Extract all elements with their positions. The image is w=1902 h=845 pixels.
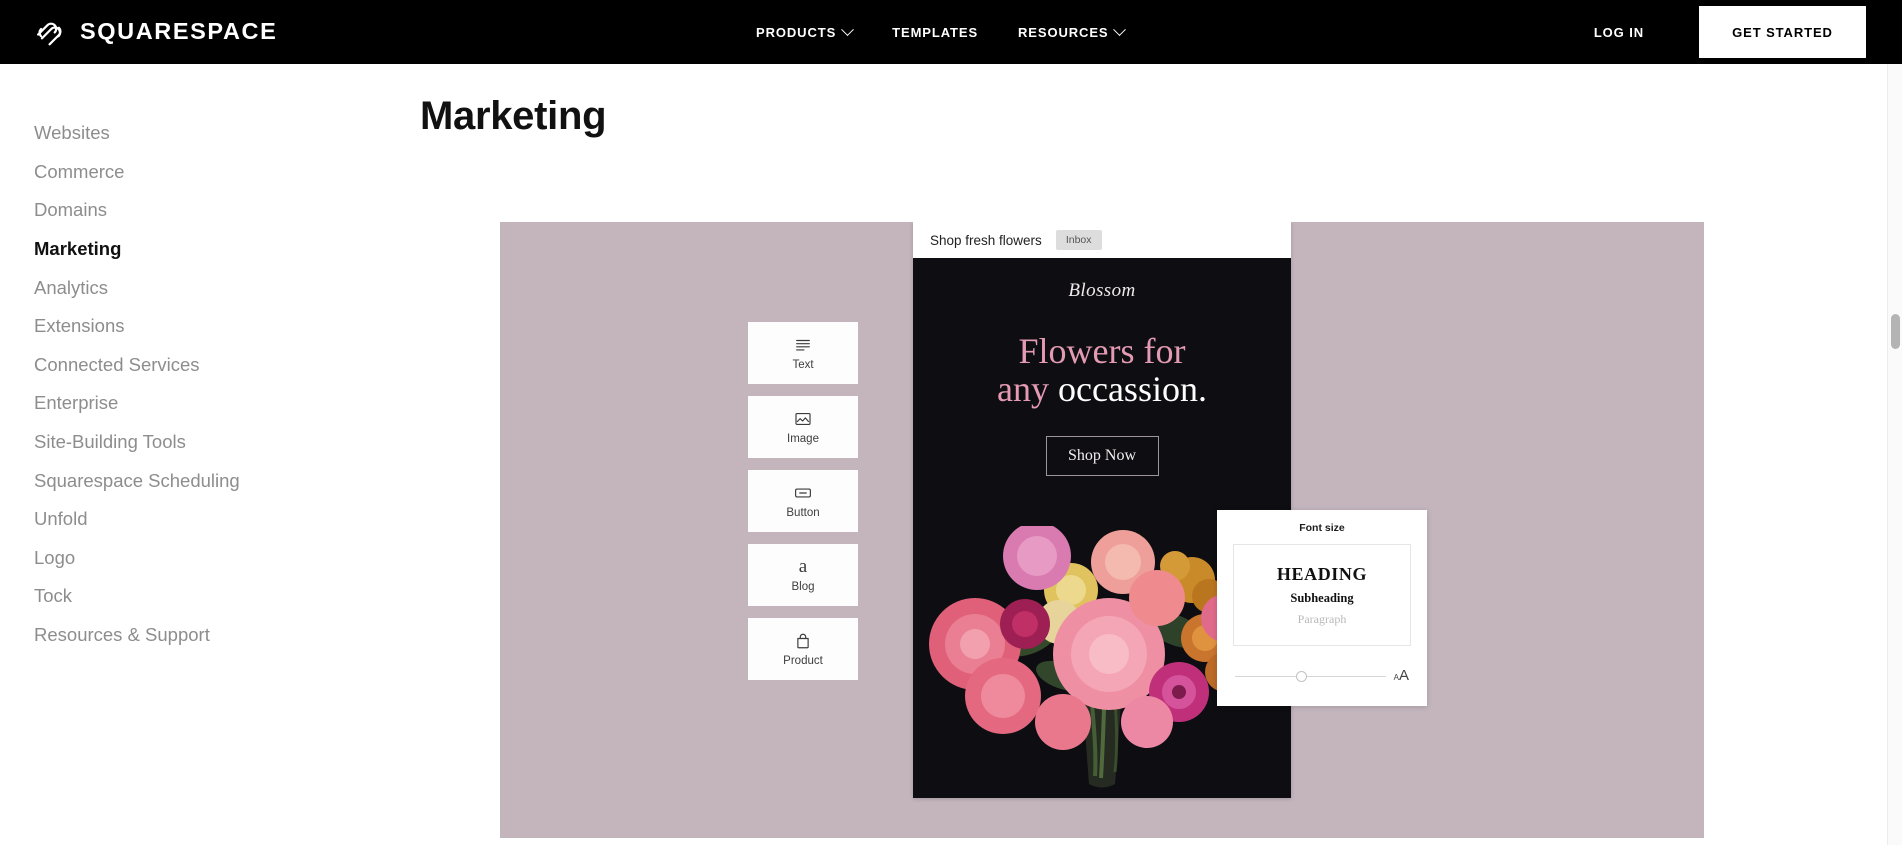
sidebar-item-logo[interactable]: Logo (0, 539, 412, 578)
block-palette: Text Image Button a Blog Product (748, 322, 858, 680)
font-size-slider[interactable]: AA (1233, 668, 1411, 684)
sidebar-item-resources-support[interactable]: Resources & Support (0, 616, 412, 655)
page-scrollbar[interactable] (1887, 64, 1902, 845)
primary-nav-links: PRODUCTS TEMPLATES RESOURCES (756, 0, 1127, 64)
nav-link-products-label: PRODUCTS (756, 24, 837, 40)
image-picture-icon (794, 410, 812, 428)
sidebar-item-extensions[interactable]: Extensions (0, 307, 412, 346)
inbox-badge: Inbox (1055, 230, 1102, 250)
marketing-hero-panel: Text Image Button a Blog Product Shop fr… (500, 222, 1704, 838)
font-size-panel-title: Font size (1299, 522, 1345, 534)
palette-block-blog-label: Blog (791, 580, 815, 593)
slider-track[interactable] (1235, 670, 1386, 682)
email-headline-line2-white: occassion. (1058, 369, 1207, 410)
preview-paragraph-sample: Paragraph (1297, 611, 1347, 626)
text-lines-icon (794, 336, 812, 354)
email-shop-now-button[interactable]: Shop Now (1045, 436, 1159, 477)
nav-link-products[interactable]: PRODUCTS (756, 22, 855, 40)
sidebar-item-connected-services[interactable]: Connected Services (0, 346, 412, 385)
email-subject-line: Shop fresh flowers (930, 232, 1042, 248)
top-navigation-bar: SQUARESPACE PRODUCTS TEMPLATES RESOURCES… (0, 0, 1902, 64)
email-brand-name: Blossom (1068, 280, 1136, 301)
sidebar-item-squarespace-scheduling[interactable]: Squarespace Scheduling (0, 461, 412, 500)
preview-heading-sample: HEADING (1276, 563, 1368, 584)
chevron-down-icon (1113, 22, 1127, 36)
chevron-down-icon (841, 22, 855, 36)
palette-block-image-label: Image (787, 432, 819, 445)
page-title: Marketing (420, 94, 607, 138)
blog-letter-a-icon: a (798, 555, 808, 577)
palette-block-text-label: Text (792, 358, 814, 371)
logo-wordmark: SQUARESPACE (80, 18, 278, 45)
preview-subheading-sample: Subheading (1290, 590, 1354, 605)
slider-knob[interactable] (1295, 670, 1307, 682)
get-started-button[interactable]: GET STARTED (1699, 6, 1866, 58)
email-headline: Flowers for any occassion. (913, 332, 1291, 408)
sidebar-item-websites[interactable]: Websites (0, 114, 412, 153)
sidebar-item-unfold[interactable]: Unfold (0, 500, 412, 539)
sidebar-item-enterprise[interactable]: Enterprise (0, 384, 412, 423)
nav-link-resources-label: RESOURCES (1018, 24, 1109, 40)
sidebar-item-commerce[interactable]: Commerce (0, 153, 412, 192)
category-sidebar: Websites Commerce Domains Marketing Anal… (0, 64, 412, 654)
main-content: Marketing (412, 64, 607, 139)
sidebar-item-marketing[interactable]: Marketing (0, 230, 412, 269)
palette-block-button[interactable]: Button (748, 470, 858, 532)
palette-block-blog[interactable]: a Blog (748, 544, 858, 606)
shopping-bag-icon (794, 632, 812, 650)
nav-link-templates[interactable]: TEMPLATES (892, 25, 978, 40)
font-size-preview: HEADING Subheading Paragraph (1233, 544, 1411, 646)
sidebar-item-domains[interactable]: Domains (0, 191, 412, 230)
email-header-bar: Shop fresh flowers Inbox (913, 222, 1291, 258)
nav-actions: LOG IN GET STARTED (1594, 0, 1902, 64)
sidebar-item-site-building-tools[interactable]: Site-Building Tools (0, 423, 412, 462)
vertical-scroll-thumb[interactable] (1891, 314, 1900, 349)
sidebar-item-tock[interactable]: Tock (0, 577, 412, 616)
palette-block-product-label: Product (783, 654, 823, 667)
font-size-scale-labels: AA (1394, 668, 1409, 684)
button-rect-icon (794, 484, 812, 502)
email-headline-line2-accent: any (997, 369, 1058, 410)
nav-link-templates-label: TEMPLATES (892, 24, 979, 40)
palette-block-product[interactable]: Product (748, 618, 858, 680)
nav-link-resources[interactable]: RESOURCES (1018, 22, 1127, 40)
log-in-link[interactable]: LOG IN (1594, 25, 1644, 40)
palette-block-button-label: Button (786, 506, 820, 519)
large-a-label: A (1398, 667, 1409, 684)
sidebar-item-analytics[interactable]: Analytics (0, 268, 412, 307)
font-size-panel: Font size HEADING Subheading Paragraph A… (1217, 510, 1427, 706)
palette-block-text[interactable]: Text (748, 322, 858, 384)
email-headline-line1: Flowers for (1018, 331, 1186, 371)
squarespace-logo[interactable]: SQUARESPACE (33, 0, 277, 64)
squarespace-logo-icon (33, 15, 67, 49)
palette-block-image[interactable]: Image (748, 396, 858, 458)
